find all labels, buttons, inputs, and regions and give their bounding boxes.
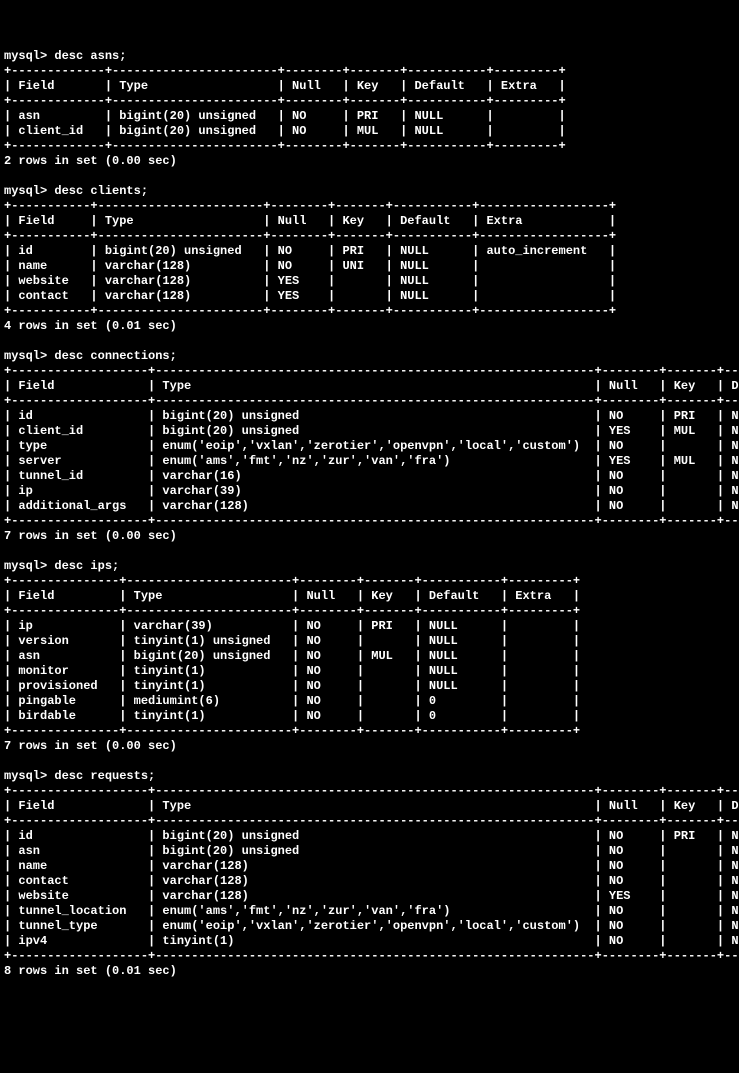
- terminal-output: mysql> desc asns; +-------------+-------…: [4, 49, 735, 994]
